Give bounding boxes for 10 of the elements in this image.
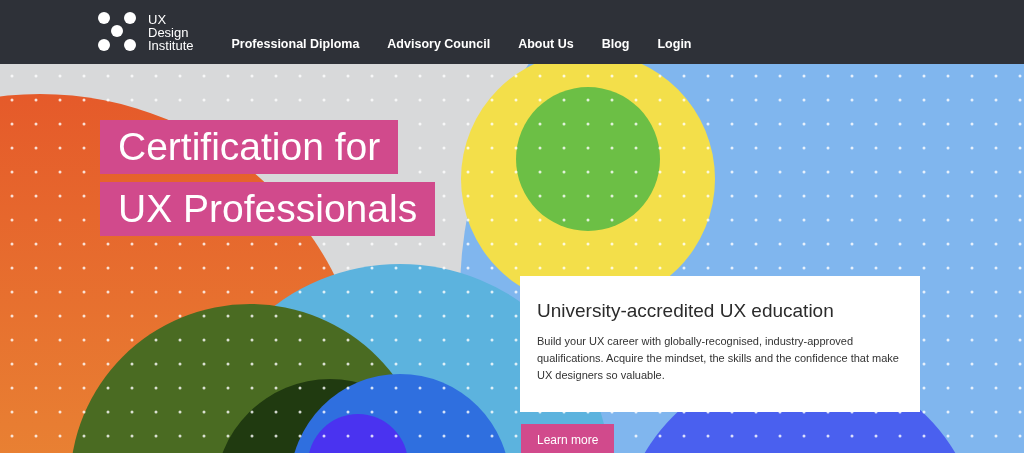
nav-link[interactable]: Login [657, 34, 692, 54]
nav-link[interactable]: Blog [601, 34, 630, 54]
nav-link[interactable]: Advisory Council [387, 34, 491, 54]
card-text: Build your UX career with globally-recognised, industry-approved qualifications. Acquire the mindset, the skills and the confidence that make UX designers so valuable. [537, 333, 900, 383]
nav-link[interactable]: About Us [518, 34, 574, 54]
logo-text: UX Design Institute [148, 12, 194, 52]
learn-more-button[interactable]: Learn more [521, 424, 615, 453]
logo-icon [98, 12, 138, 52]
card-heading: University-accredited UX education [537, 300, 835, 323]
nav-link[interactable]: Professional Diploma [231, 34, 360, 54]
